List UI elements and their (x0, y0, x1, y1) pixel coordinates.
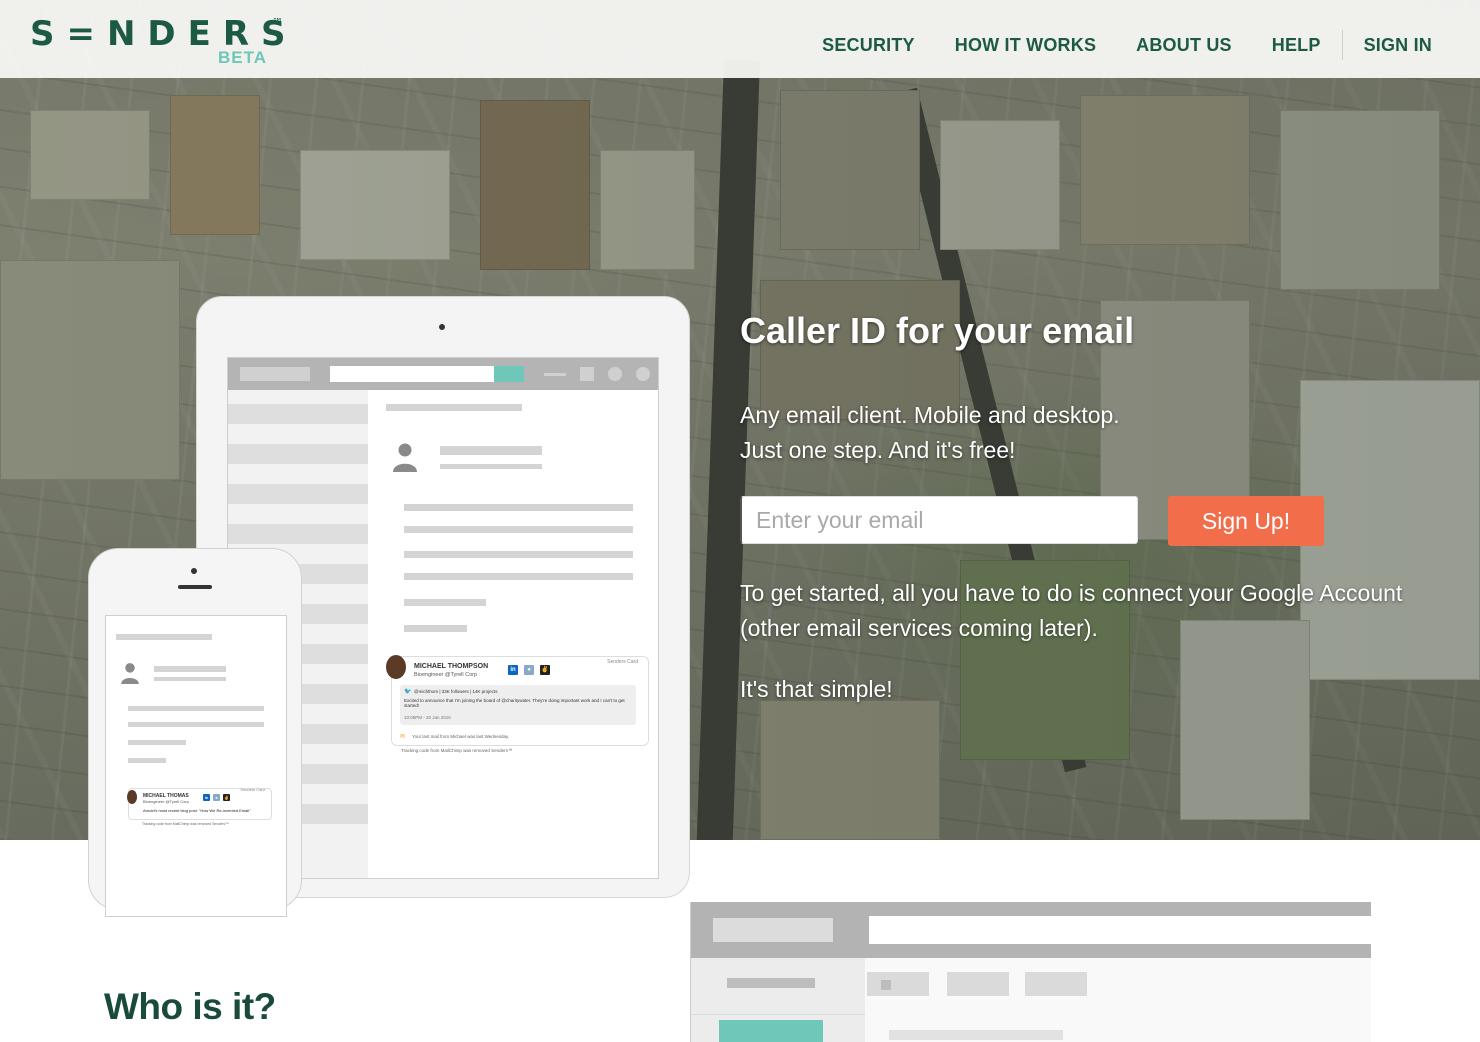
tablet-browser-bar (228, 358, 658, 390)
placeholder-line (440, 464, 542, 469)
toolbar-graphic (1025, 972, 1087, 996)
linkedin-icon[interactable]: in (203, 794, 210, 801)
placeholder-line (154, 677, 226, 681)
nav-about-us[interactable]: ABOUT US (1136, 35, 1232, 56)
signup-button[interactable]: Sign Up! (1168, 496, 1324, 546)
placeholder-line (404, 625, 467, 632)
tweet-handle: @michthom | 33K followers | 14K projects (414, 689, 498, 694)
toolbar-graphic (580, 367, 594, 381)
url-bar (330, 366, 494, 382)
beta-badge: BETA (218, 48, 268, 67)
senders-card: Senders Card MICHAEL THOMPSON Bioenginee… (386, 655, 649, 746)
hero-body-text: To get started, all you have to do is co… (740, 580, 1403, 641)
tracking-note: Tracking code from MailChimp was removed… (142, 822, 229, 826)
mockup-browser-bar (691, 902, 1371, 958)
nav-links: SECURITY HOW IT WORKS ABOUT US HELP SIGN… (782, 30, 1432, 60)
browser-tab (240, 367, 310, 381)
selected-item-graphic (719, 1020, 823, 1042)
hero-title: Caller ID for your email (740, 310, 1135, 351)
mockup-sidebar (691, 958, 865, 1042)
blog-post-text: Arnold's most recent blog post: "How We … (143, 808, 251, 813)
placeholder-line (128, 722, 264, 727)
placeholder-line (727, 978, 815, 988)
card-contact-role: Bioengineer @Tyrell Corp (143, 799, 189, 804)
social-icon[interactable]: ● (524, 665, 534, 675)
phone-camera (191, 568, 197, 574)
nav-divider (1341, 30, 1343, 60)
hero-sub-line-2: Just one step. And it's free! (740, 437, 1016, 463)
mail-icon: ✉ (400, 734, 406, 740)
mockup-tab (713, 918, 833, 942)
nav-help[interactable]: HELP (1272, 35, 1321, 56)
card-brand: Senders Card (607, 659, 638, 665)
hero-copy: Caller ID for your email Any email clien… (740, 310, 1440, 468)
top-nav: S=NDERS ™ BETA SECURITY HOW IT WORKS ABO… (0, 0, 1480, 78)
toolbar-graphic (867, 972, 929, 996)
search-button-graphic (494, 366, 524, 382)
tablet-camera (439, 324, 445, 330)
placeholder-line (128, 758, 166, 763)
hero-sub-line-1: Any email client. Mobile and desktop. (740, 402, 1120, 428)
last-mail-text: Your last mail from Michael was last Wed… (412, 734, 510, 739)
placeholder-line (404, 526, 633, 533)
divider (691, 1014, 865, 1015)
hero-simple-text: It's that simple! (740, 676, 893, 702)
section-title-who-is-it: Who is it? (104, 986, 276, 1027)
toolbar-graphic (947, 972, 1009, 996)
contact-photo (386, 655, 406, 679)
social-icon[interactable]: ● (213, 794, 220, 801)
toolbar-graphic (608, 367, 622, 381)
nav-how-it-works[interactable]: HOW IT WORKS (955, 35, 1096, 56)
tweet-text: Excited to announce that I'm joining the… (404, 698, 625, 708)
tweet-time: 10:05PM - 20 Jan 2016 (404, 715, 451, 720)
toolbar-graphic (636, 367, 650, 381)
card-contact-role: Bioengineer @Tyrell Corp (414, 672, 478, 678)
placeholder-line (154, 666, 226, 672)
angellist-icon[interactable]: ✌ (223, 794, 230, 801)
card-contact-name: MICHAEL THOMPSON (414, 663, 489, 670)
placeholder-line (404, 551, 633, 558)
contact-photo (127, 790, 137, 804)
email-input[interactable] (740, 496, 1138, 544)
user-avatar-icon (121, 663, 139, 684)
placeholder-line (116, 634, 212, 640)
placeholder-line (404, 573, 633, 580)
placeholder-line (889, 1030, 1063, 1040)
checkbox-graphic (881, 980, 891, 990)
card-brand: Senders Card (240, 787, 265, 792)
linkedin-icon[interactable]: in (508, 665, 518, 675)
toolbar-graphic (544, 373, 566, 376)
placeholder-line (440, 446, 542, 455)
trademark-mark: ™ (272, 16, 283, 29)
placeholder-line (128, 740, 186, 745)
phone-screen: Senders Card MICHAEL THOMAS Bioengineer … (105, 615, 287, 917)
mockup-url-bar (869, 916, 1371, 944)
phone-mockup: Senders Card MICHAEL THOMAS Bioengineer … (88, 548, 302, 917)
twitter-icon: 🐦 (404, 689, 412, 695)
placeholder-line (386, 404, 522, 411)
tracking-note: Tracking code from MailChimp was removed… (401, 748, 513, 753)
senders-card: Senders Card MICHAEL THOMAS Bioengineer … (127, 787, 272, 820)
phone-speaker (178, 585, 212, 589)
mockup-main (865, 958, 1371, 1042)
placeholder-line (404, 599, 486, 606)
angellist-icon[interactable]: ✌ (540, 665, 550, 675)
signup-form: Sign Up! (740, 496, 1324, 546)
nav-security[interactable]: SECURITY (822, 35, 915, 56)
user-avatar-icon (393, 443, 417, 472)
placeholder-line (128, 706, 264, 711)
hero-subtitle: Any email client. Mobile and desktop. Ju… (740, 398, 1440, 468)
card-tweet: 🐦 @michthom | 33K followers | 14K projec… (400, 685, 636, 725)
desktop-mockup (690, 902, 1371, 1042)
nav-sign-in[interactable]: SIGN IN (1364, 35, 1432, 56)
placeholder-line (404, 504, 633, 511)
